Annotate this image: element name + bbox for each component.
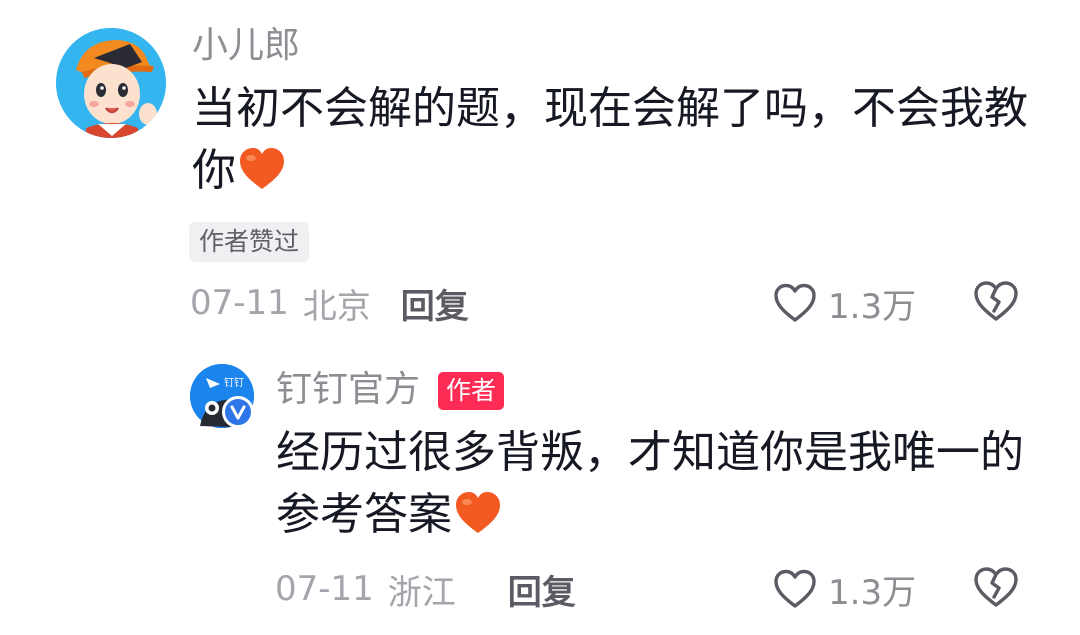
cartoon-boy-avatar-icon [56, 28, 166, 138]
reply-username[interactable]: 钉钉官方 [276, 368, 420, 412]
comment-location: 北京 [302, 286, 371, 327]
broken-heart-icon [974, 567, 1018, 607]
dislike-button[interactable] [972, 279, 1020, 327]
like-button[interactable]: 1.3万 [772, 276, 916, 330]
reply-meta: 07-11 浙江 回复 [275, 562, 576, 616]
author-liked-tag: 作者赞过 [189, 222, 310, 262]
svg-text:钉钉: 钉钉 [224, 377, 244, 389]
author-badge: 作者 [438, 372, 505, 410]
username[interactable]: 小儿郎 [192, 24, 300, 68]
verified-badge [222, 396, 254, 428]
reply-button[interactable]: 回复 [401, 279, 469, 328]
reply-location: 浙江 [387, 572, 456, 613]
reply-dislike-button[interactable] [972, 565, 1020, 613]
comment-text: 当初不会解的题，现在会解了吗，不会我教你 [192, 78, 1042, 202]
reply-like-count: 1.3万 [828, 572, 917, 613]
comment-thread: 小儿郎 当初不会解的题，现在会解了吗，不会我教你 作者赞过 07-11 北京 回… [0, 0, 1080, 635]
heart-outline-icon [774, 569, 816, 608]
reply-like-button[interactable]: 1.3万 [772, 562, 916, 616]
orange-heart-emoji-icon [456, 492, 500, 533]
avatar[interactable] [56, 28, 166, 138]
broken-heart-icon [974, 281, 1018, 321]
orange-heart-emoji-icon [240, 148, 284, 189]
reply-text: 经历过很多背叛，才知道你是我唯一的参考答案 [276, 422, 1036, 546]
reply-text-content: 经历过很多背叛，才知道你是我唯一的参考答案 [276, 427, 1024, 540]
reply-reply-button[interactable]: 回复 [508, 565, 576, 614]
like-count: 1.3万 [828, 286, 917, 327]
comment-meta: 07-11 北京 回复 [190, 276, 469, 330]
verified-check-icon [230, 405, 246, 420]
reply-date: 07-11 [275, 569, 374, 609]
comment-date: 07-11 [190, 283, 289, 323]
heart-outline-icon [774, 283, 816, 322]
comment-text-content: 当初不会解的题，现在会解了吗，不会我教你 [192, 83, 1028, 196]
